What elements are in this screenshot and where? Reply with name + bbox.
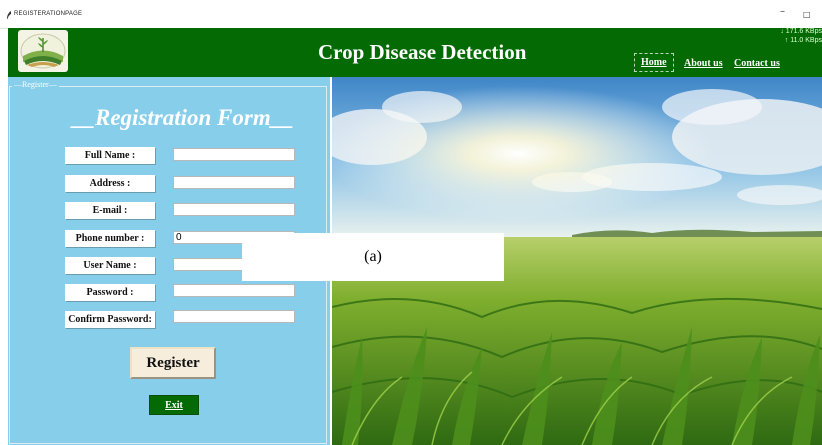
password-label: Password : [65,284,155,301]
email-input[interactable] [173,203,295,216]
full-name-input[interactable] [173,148,295,161]
download-speed: ↓ 171.6 KBps [780,28,822,35]
register-button[interactable]: Register [130,347,216,379]
nav-home-link[interactable]: Home [634,53,674,72]
confirm-password-label: Confirm Password: [65,311,155,328]
confirm-password-input[interactable] [173,310,295,323]
exit-button[interactable]: Exit [149,395,199,415]
minimize-button[interactable]: – [780,6,785,17]
nav-contact-link[interactable]: Contact us [734,58,780,69]
address-label: Address : [65,175,155,192]
form-title: __Registration Form__ [72,105,294,130]
maximize-button[interactable]: □ [803,10,811,19]
address-input[interactable] [173,176,295,189]
window-titlebar: REGISTERATIONPAGE – □ [0,0,822,29]
figure-caption: (a) [242,233,504,281]
full-name-label: Full Name : [65,147,155,164]
upload-speed: ↑ 11.0 KBps [784,37,822,44]
phone-label: Phone number : [65,230,155,247]
window-title: REGISTERATIONPAGE [14,11,83,17]
app-title: Crop Disease Detection [318,40,527,64]
register-legend: —Register— [12,80,59,89]
nav-about-link[interactable]: About us [684,58,723,69]
email-label: E-mail : [65,202,155,219]
password-input[interactable] [173,284,295,297]
username-label: User Name : [65,257,155,274]
app-header: Crop Disease Detection Home About us Con… [8,28,822,77]
feather-icon [7,11,11,19]
crop-field-logo-icon [18,30,68,72]
